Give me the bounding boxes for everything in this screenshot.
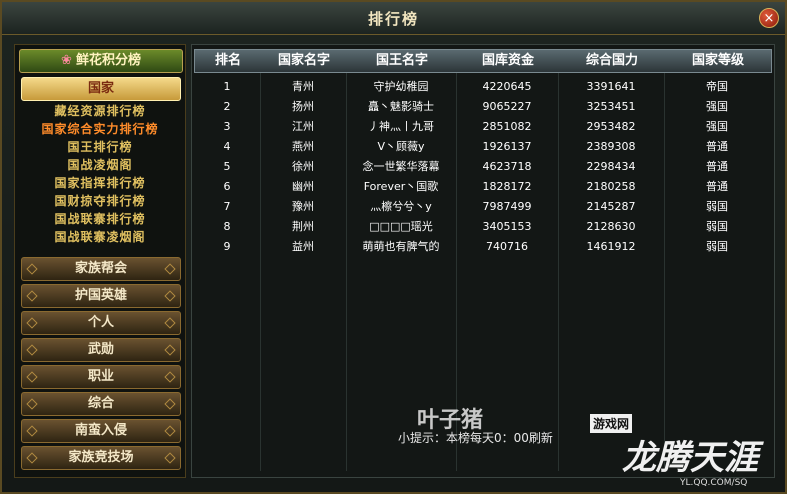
sidebar-subitem[interactable]: 国战联寨排行榜 <box>15 210 185 228</box>
flower-icon: ❀ <box>61 53 72 68</box>
table-row[interactable]: 1 青州 守护幼稚园 4220645 3391641 帝国 <box>194 77 770 97</box>
column-header[interactable]: 排名 <box>195 50 261 72</box>
table-cell: □□□□瑶光 <box>369 220 433 233</box>
column-header[interactable]: 国家名字 <box>261 50 347 72</box>
watermark-game-logo: 龙腾天涯 <box>622 438 758 478</box>
ranking-window: 排行榜 × ❀ 鲜花积分榜 国家 藏经资源排行榜 国家综合实力排行榜 国王排行榜 国战凌… <box>0 0 787 494</box>
table-cell: 3253451 <box>586 100 636 113</box>
table-cell: 念一世繁华落幕 <box>362 160 440 173</box>
column-header[interactable]: 综合国力 <box>559 50 665 72</box>
category-button[interactable]: 家族竞技场 <box>21 446 181 470</box>
table-cell: 1926137 <box>482 140 532 153</box>
category-country[interactable]: 国家 <box>21 77 181 101</box>
table-cell: 2851082 <box>482 120 532 133</box>
table-row[interactable]: 7 豫州 灬檫兮兮丶y 7987499 2145287 弱国 <box>194 197 770 217</box>
category-button[interactable]: 家族帮会 <box>21 257 181 281</box>
table-cell: 灬檫兮兮丶y <box>370 200 432 213</box>
table-cell: 2953482 <box>586 120 636 133</box>
sidebar-subitem[interactable]: 国战凌烟阁 <box>15 156 185 174</box>
column-header[interactable]: 国库资金 <box>457 50 559 72</box>
table-cell: 强国 <box>706 120 728 133</box>
table-cell: 强国 <box>706 100 728 113</box>
table-cell: 4623718 <box>482 160 532 173</box>
table-cell: 3 <box>223 120 231 133</box>
table-cell: 矗丶魅影骑士 <box>368 100 434 113</box>
table-row[interactable]: 4 燕州 V丶顾薇y 1926137 2389308 普通 <box>194 137 770 157</box>
table-cell: 2180258 <box>586 180 636 193</box>
table-cell: 9065227 <box>482 100 532 113</box>
table-row[interactable]: 3 江州 丿神灬丨九哥 2851082 2953482 强国 <box>194 117 770 137</box>
table-row[interactable]: 5 徐州 念一世繁华落幕 4623718 2298434 普通 <box>194 157 770 177</box>
table-cell: 弱国 <box>706 220 728 233</box>
sidebar-subitem[interactable]: 国家综合实力排行榜 <box>15 120 185 138</box>
title-bar[interactable]: 排行榜 × <box>2 2 785 35</box>
column-header[interactable]: 国王名字 <box>347 50 457 72</box>
sidebar: ❀ 鲜花积分榜 国家 藏经资源排行榜 国家综合实力排行榜 国王排行榜 国战凌烟阁 国家指挥… <box>14 44 186 478</box>
table-cell: 弱国 <box>706 200 728 213</box>
table-row[interactable]: 2 扬州 矗丶魅影骑士 9065227 3253451 强国 <box>194 97 770 117</box>
table-row[interactable]: 8 荆州 □□□□瑶光 3405153 2128630 弱国 <box>194 217 770 237</box>
table-cell: 2145287 <box>586 200 636 213</box>
table-cell: 幽州 <box>292 180 314 193</box>
window-title: 排行榜 <box>367 10 419 28</box>
flower-points-tab[interactable]: ❀ 鲜花积分榜 <box>19 49 183 73</box>
table-cell: 8 <box>223 220 231 233</box>
sidebar-subitem[interactable]: 国战联寨凌烟阁 <box>15 228 185 246</box>
category-button[interactable]: 综合 <box>21 392 181 416</box>
table-cell: 扬州 <box>292 100 314 113</box>
table-cell: V丶顾薇y <box>377 140 425 153</box>
table-cell: 1 <box>223 80 231 93</box>
table-cell: 江州 <box>292 120 314 133</box>
table-cell: 益州 <box>292 240 314 253</box>
table-cell: 徐州 <box>292 160 314 173</box>
table-cell: 4220645 <box>482 80 532 93</box>
category-button[interactable]: 护国英雄 <box>21 284 181 308</box>
table-cell: 2128630 <box>586 220 636 233</box>
table-cell: 帝国 <box>706 80 728 93</box>
flower-tab-label: 鲜花积分榜 <box>75 53 141 68</box>
category-button[interactable]: 南蛮入侵 <box>21 419 181 443</box>
table-row[interactable]: 6 幽州 Forever丶国歌 1828172 2180258 普通 <box>194 177 770 197</box>
table-cell: 豫州 <box>292 200 314 213</box>
table-header: 排名 国家名字 国王名字 国库资金 综合国力 国家等级 <box>194 49 772 73</box>
watermark-logo: 叶子猪 <box>417 408 484 433</box>
table-cell: 1461912 <box>586 240 636 253</box>
table-cell: 2298434 <box>586 160 636 173</box>
table-cell: 7987499 <box>482 200 532 213</box>
table-cell: Forever丶国歌 <box>363 180 439 193</box>
table-cell: 2 <box>223 100 231 113</box>
sidebar-subitem[interactable]: 藏经资源排行榜 <box>15 102 185 120</box>
table-cell: 普通 <box>706 140 728 153</box>
table-cell: 荆州 <box>292 220 314 233</box>
table-cell: 普通 <box>706 160 728 173</box>
table-cell: 740716 <box>486 240 528 253</box>
table-cell: 7 <box>223 200 231 213</box>
table-cell: 丿神灬丨九哥 <box>368 120 434 133</box>
close-button[interactable]: × <box>759 8 779 28</box>
table-cell: 青州 <box>292 80 314 93</box>
table-cell: 3391641 <box>586 80 636 93</box>
table-cell: 4 <box>223 140 231 153</box>
table-row[interactable]: 9 益州 萌萌也有脾气的 740716 1461912 弱国 <box>194 237 770 257</box>
sidebar-subitem[interactable]: 国王排行榜 <box>15 138 185 156</box>
table-cell: 3405153 <box>482 220 532 233</box>
table-cell: 9 <box>223 240 231 253</box>
category-button[interactable]: 个人 <box>21 311 181 335</box>
table-cell: 5 <box>223 160 231 173</box>
table-cell: 6 <box>223 180 231 193</box>
sidebar-subitem[interactable]: 国家指挥排行榜 <box>15 174 185 192</box>
table-cell: 普通 <box>706 180 728 193</box>
table-cell: 萌萌也有脾气的 <box>362 240 440 253</box>
table-cell: 燕州 <box>292 140 314 153</box>
category-button[interactable]: 职业 <box>21 365 181 389</box>
column-header[interactable]: 国家等级 <box>665 50 771 72</box>
category-button[interactable]: 武勋 <box>21 338 181 362</box>
table-cell: 弱国 <box>706 240 728 253</box>
table-cell: 1828172 <box>482 180 532 193</box>
sidebar-subitem[interactable]: 国财掠夺排行榜 <box>15 192 185 210</box>
table-cell: 2389308 <box>586 140 636 153</box>
watermark-url: YL.QQ.COM/SQ <box>680 478 748 488</box>
table-cell: 守护幼稚园 <box>373 80 429 93</box>
